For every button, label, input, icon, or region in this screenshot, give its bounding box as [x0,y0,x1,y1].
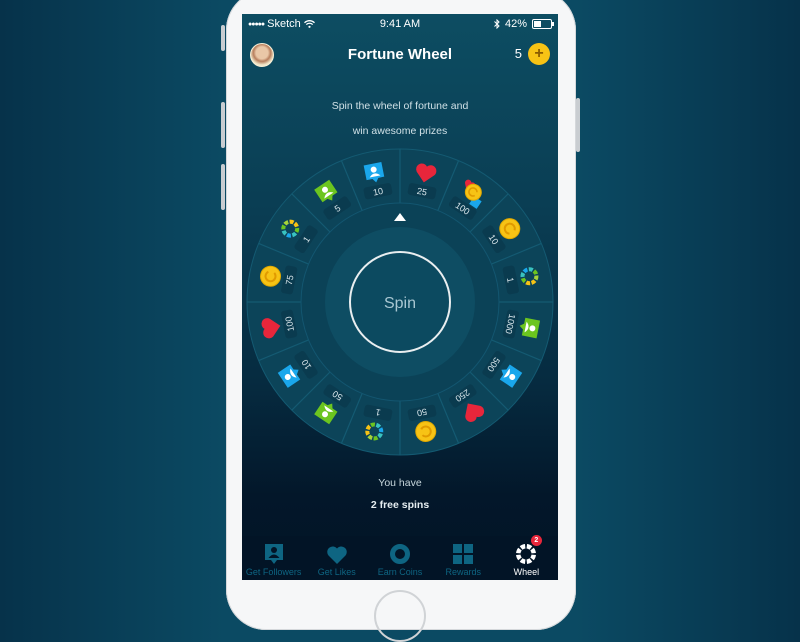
power-button [576,98,580,152]
tab-label: Earn Coins [377,567,423,577]
free-spins-info: You have 2 free spins [242,477,558,511]
segment-value: 50 [416,406,428,418]
tab-wheel[interactable]: 2 Wheel [495,535,558,580]
segment-value: 75 [284,274,296,286]
segment-value: 10 [372,186,384,198]
notification-badge: 2 [530,535,542,546]
heart-icon [327,546,347,564]
tab-bar: Get Followers Get Likes Earn Coins Rewar… [242,535,558,580]
spin-label: Spin [384,295,416,312]
follower-icon [264,544,283,564]
coin-ring-icon [390,544,410,564]
free-spins-prefix: You have [378,477,422,489]
tab-get-followers[interactable]: Get Followers [242,536,305,580]
segment-value: 25 [416,186,428,198]
app-screen: ●●●●● Sketch 9:41 AM 42% Fortune Wheel 5… [242,14,558,580]
tab-label: Rewards [445,567,481,577]
mute-switch [221,25,225,51]
tab-get-likes[interactable]: Get Likes [305,536,368,580]
tab-label: Get Followers [245,567,302,577]
volume-up-button [221,102,225,148]
volume-down-button [221,164,225,210]
spin-button[interactable]: Spin [349,251,451,353]
tab-rewards[interactable]: Rewards [432,536,495,580]
tab-earn-coins[interactable]: Earn Coins [368,536,431,580]
home-button[interactable] [374,590,426,642]
tab-label: Get Likes [317,567,356,577]
tab-label: Wheel [513,567,540,577]
grid-icon [453,544,474,564]
free-spins-count: 2 free spins [370,499,430,511]
wheel-icon [516,544,537,564]
